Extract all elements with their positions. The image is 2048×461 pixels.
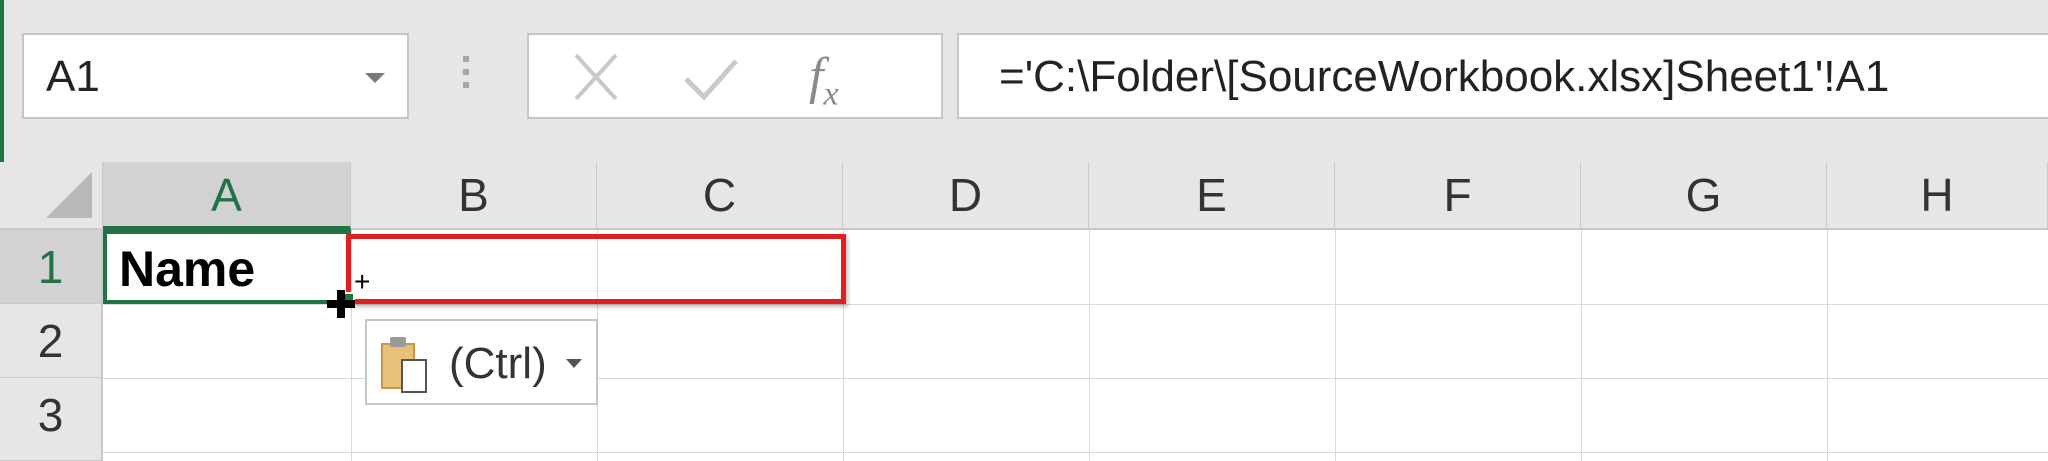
name-box-value: A1 bbox=[46, 52, 100, 101]
close-icon bbox=[574, 53, 618, 101]
select-all-button[interactable] bbox=[0, 162, 103, 230]
insert-function-button[interactable]: fx bbox=[791, 45, 901, 112]
cancel-button[interactable] bbox=[551, 45, 641, 109]
paste-options-button[interactable]: (Ctrl) bbox=[365, 319, 598, 405]
move-cursor-icon bbox=[327, 290, 355, 318]
chevron-down-icon[interactable] bbox=[566, 359, 582, 368]
column-header-a[interactable]: A bbox=[103, 162, 351, 230]
row-header-2[interactable]: 2 bbox=[0, 304, 103, 378]
chevron-down-icon[interactable] bbox=[365, 73, 385, 83]
enter-button[interactable] bbox=[666, 45, 756, 109]
formula-input[interactable]: ='C:\Folder\[SourceWorkbook.xlsx]Sheet1'… bbox=[957, 33, 2048, 119]
formula-text: ='C:\Folder\[SourceWorkbook.xlsx]Sheet1'… bbox=[999, 52, 1890, 101]
column-header-g[interactable]: G bbox=[1581, 162, 1827, 230]
worksheet-grid[interactable]: A B C D E F G H 1 2 3 Name + (Ctrl) bbox=[0, 162, 2048, 461]
cell-a1[interactable]: Name bbox=[103, 230, 351, 304]
column-header-h[interactable]: H bbox=[1827, 162, 2048, 230]
column-header-c[interactable]: C bbox=[597, 162, 843, 230]
function-icon: fx bbox=[809, 48, 839, 113]
column-header-d[interactable]: D bbox=[843, 162, 1089, 230]
column-header-b[interactable]: B bbox=[351, 162, 597, 230]
paste-options-label: (Ctrl) bbox=[449, 339, 547, 388]
clipboard-icon bbox=[379, 333, 433, 395]
column-header-f[interactable]: F bbox=[1335, 162, 1581, 230]
column-header-e[interactable]: E bbox=[1089, 162, 1335, 230]
formula-bar-resize-grip[interactable] bbox=[461, 56, 471, 98]
row-header-3[interactable]: 3 bbox=[0, 378, 103, 461]
checkmark-icon bbox=[684, 59, 738, 101]
name-box[interactable]: A1 bbox=[22, 33, 409, 119]
plus-cursor-icon: + bbox=[354, 266, 371, 297]
cell-b1-c1-highlight bbox=[346, 234, 846, 304]
formula-buttons: fx bbox=[527, 33, 943, 119]
row-header-1[interactable]: 1 bbox=[0, 230, 103, 304]
cell-a1-value: Name bbox=[119, 241, 256, 297]
